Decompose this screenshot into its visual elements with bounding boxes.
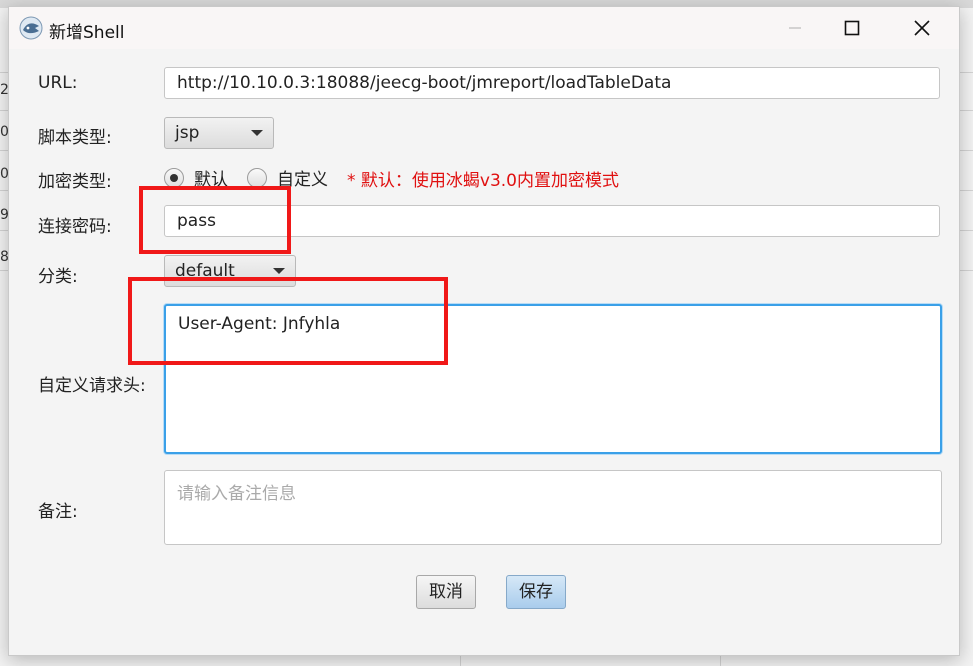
- minimize-icon: [789, 27, 801, 29]
- table-cell: 9: [0, 207, 9, 223]
- remark-label: 备注:: [38, 502, 78, 522]
- close-icon: [914, 20, 930, 36]
- headers-label: 自定义请求头:: [38, 376, 146, 396]
- maximize-icon: [844, 20, 860, 36]
- radio-selected-icon: [164, 167, 184, 188]
- app-shell-icon: [19, 16, 43, 40]
- table-cell: 2: [0, 82, 9, 98]
- headers-textarea[interactable]: User-Agent: Jnfyhla: [164, 304, 942, 454]
- password-input[interactable]: pass: [164, 205, 940, 237]
- encrypt-hint: * 默认：使用冰蝎v3.0内置加密模式: [347, 171, 619, 191]
- remark-textarea[interactable]: 请输入备注信息: [164, 470, 942, 545]
- script-type-value: jsp: [175, 123, 200, 143]
- radio-custom-label: 自定义: [277, 170, 328, 190]
- category-label: 分类:: [38, 267, 78, 287]
- minimize-button[interactable]: [772, 7, 818, 49]
- table-cell: 8: [0, 249, 9, 265]
- radio-custom[interactable]: 自定义: [247, 165, 328, 190]
- table-cell: 0: [0, 124, 9, 140]
- category-value: default: [175, 261, 235, 281]
- chevron-down-icon: [273, 268, 285, 274]
- radio-default[interactable]: 默认: [164, 165, 228, 190]
- title-bar[interactable]: 新增Shell: [9, 7, 959, 49]
- radio-default-label: 默认: [194, 170, 228, 190]
- password-label: 连接密码:: [38, 217, 112, 237]
- chevron-down-icon: [251, 130, 263, 136]
- url-input[interactable]: http://10.10.0.3:18088/jeecg-boot/jmrepo…: [164, 67, 940, 99]
- save-button[interactable]: 保存: [506, 575, 566, 609]
- script-type-label: 脚本类型:: [38, 128, 112, 148]
- table-cell: 0: [0, 166, 9, 182]
- cancel-button[interactable]: 取消: [416, 575, 476, 609]
- close-button[interactable]: [899, 7, 945, 49]
- dialog-title: 新增Shell: [49, 23, 125, 43]
- maximize-button[interactable]: [829, 7, 875, 49]
- encrypt-type-label: 加密类型:: [38, 172, 112, 192]
- add-shell-dialog: 新增Shell URL: http://10.10.0.3:18088/jeec…: [8, 6, 960, 656]
- radio-unselected-icon: [247, 167, 267, 188]
- category-select[interactable]: default: [164, 255, 296, 287]
- script-type-select[interactable]: jsp: [164, 117, 274, 149]
- url-label: URL:: [38, 73, 78, 93]
